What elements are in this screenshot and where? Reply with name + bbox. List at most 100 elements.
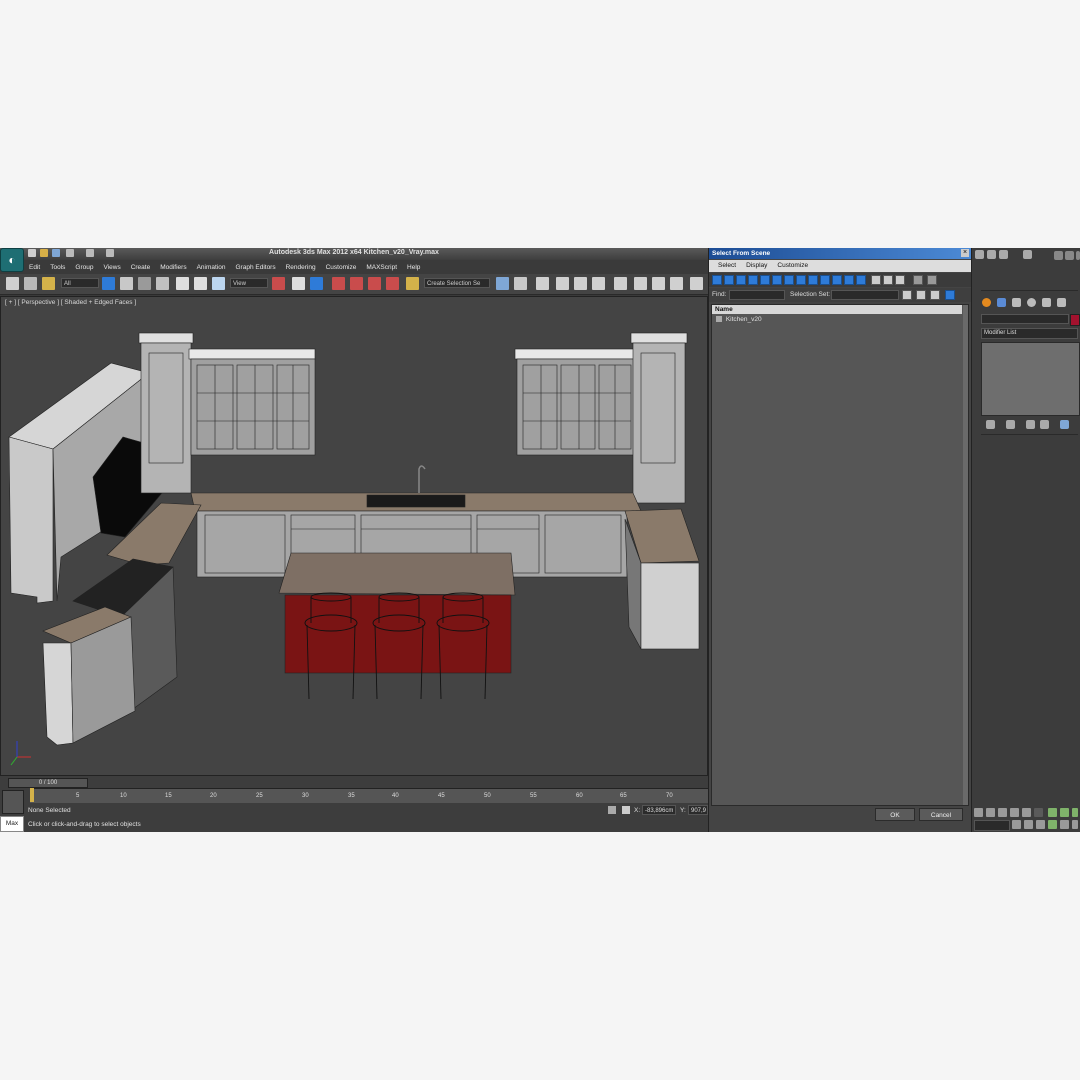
ok-button[interactable]: OK (875, 808, 915, 821)
go-to-start-icon[interactable] (974, 808, 983, 817)
menu-modifiers[interactable]: Modifiers (155, 262, 191, 273)
curve-editor-icon[interactable] (574, 277, 587, 290)
next-frame-icon[interactable] (1010, 808, 1019, 817)
display-containers-icon[interactable] (820, 275, 830, 285)
window-close-icon[interactable] (1076, 251, 1080, 260)
cancel-button[interactable]: Cancel (919, 808, 963, 821)
select-object-icon[interactable] (102, 277, 115, 290)
list-item[interactable]: Kitchen_v20 (716, 316, 762, 323)
select-and-scale-icon[interactable] (212, 277, 225, 290)
maximize-viewport-icon[interactable] (1072, 820, 1078, 829)
object-color-swatch[interactable] (1070, 314, 1080, 326)
zoom-extents-icon[interactable] (1072, 808, 1078, 817)
time-cursor[interactable] (30, 788, 34, 802)
add-to-selection-set-icon[interactable] (916, 290, 926, 300)
menu-rendering[interactable]: Rendering (281, 262, 321, 273)
dialog-menu-customize[interactable]: Customize (772, 260, 813, 272)
window-crossing-icon[interactable] (156, 277, 169, 290)
time-configuration-icon[interactable] (1012, 820, 1021, 829)
hierarchy-mode-icon[interactable] (945, 290, 955, 300)
modify-tab-icon[interactable] (997, 298, 1006, 307)
spinner-snap-icon[interactable] (386, 277, 399, 290)
time-slider[interactable]: 0 / 100 (8, 778, 88, 788)
dialog-menu-select[interactable]: Select (709, 260, 741, 272)
make-unique-icon[interactable] (1026, 420, 1035, 429)
rectangular-selection-icon[interactable] (138, 277, 151, 290)
redo-icon[interactable] (86, 249, 94, 257)
keyboard-shortcut-override-icon[interactable] (310, 277, 323, 290)
bind-to-space-warp-icon[interactable] (42, 277, 55, 290)
open-file-icon[interactable] (40, 249, 48, 257)
menu-create[interactable]: Create (126, 262, 156, 273)
list-scrollbar[interactable] (963, 305, 968, 805)
menu-customize[interactable]: Customize (321, 262, 362, 273)
object-name-field[interactable] (981, 314, 1069, 324)
orbit-icon[interactable] (1048, 820, 1057, 829)
show-end-result-icon[interactable] (1006, 420, 1015, 429)
pan-view-icon[interactable] (1036, 820, 1045, 829)
display-all-icon[interactable] (856, 275, 866, 285)
pin-stack-icon[interactable] (986, 420, 995, 429)
schematic-view-icon[interactable] (592, 277, 605, 290)
undo-icon[interactable] (66, 249, 74, 257)
reference-coordinate-dropdown[interactable]: View (230, 278, 268, 288)
select-none-icon[interactable] (883, 275, 893, 285)
display-lights-icon[interactable] (736, 275, 746, 285)
remove-from-selection-set-icon[interactable] (930, 290, 940, 300)
favorites-star-icon[interactable] (999, 250, 1008, 259)
go-to-end-icon[interactable] (1022, 808, 1031, 817)
previous-frame-icon[interactable] (986, 808, 995, 817)
zoom-all-icon[interactable] (1060, 808, 1069, 817)
hierarchy-tab-icon[interactable] (1012, 298, 1021, 307)
display-xrefs-icon[interactable] (796, 275, 806, 285)
display-tab-icon[interactable] (1042, 298, 1051, 307)
dialog-menu-display[interactable]: Display (741, 260, 772, 272)
select-and-link-icon[interactable] (6, 277, 19, 290)
minimize-icon[interactable] (1054, 251, 1063, 260)
maximize-icon[interactable] (1065, 251, 1074, 260)
column-header-name[interactable]: Name (712, 305, 962, 314)
display-shapes-icon[interactable] (724, 275, 734, 285)
close-icon[interactable]: × (961, 249, 969, 257)
lock-icon[interactable] (608, 806, 616, 814)
select-and-rotate-icon[interactable] (194, 277, 207, 290)
key-mode-icon[interactable] (1034, 808, 1043, 817)
walk-through-icon[interactable] (1060, 820, 1069, 829)
display-space-warps-icon[interactable] (772, 275, 782, 285)
align-icon[interactable] (514, 277, 527, 290)
mirror-icon[interactable] (496, 277, 509, 290)
find-input[interactable] (729, 290, 785, 300)
help-icon[interactable] (1023, 250, 1032, 259)
y-coordinate-field[interactable]: 907,9 (688, 805, 708, 815)
application-button[interactable]: ◐ (0, 248, 24, 272)
configure-modifier-sets-icon[interactable] (1060, 420, 1069, 429)
display-groups-icon[interactable] (784, 275, 794, 285)
current-frame-field[interactable] (974, 820, 1010, 831)
snaps-toggle-icon[interactable] (332, 277, 345, 290)
x-coordinate-field[interactable]: -83,896cm (642, 805, 676, 815)
modifier-list-dropdown[interactable]: Modifier List (981, 328, 1078, 339)
unlink-icon[interactable] (24, 277, 37, 290)
render-setup-icon[interactable] (634, 277, 647, 290)
subscription-icon[interactable] (987, 250, 996, 259)
named-selection-set-dropdown[interactable]: Create Selection Se (424, 278, 490, 288)
modifier-stack[interactable] (981, 342, 1080, 416)
menu-maxscript[interactable]: MAXScript (361, 262, 402, 273)
select-all-icon[interactable] (871, 275, 881, 285)
use-pivot-center-icon[interactable] (272, 277, 285, 290)
motion-tab-icon[interactable] (1027, 298, 1036, 307)
select-and-move-icon[interactable] (176, 277, 189, 290)
display-cameras-icon[interactable] (748, 275, 758, 285)
angle-snap-icon[interactable] (350, 277, 363, 290)
create-selection-set-icon[interactable] (902, 290, 912, 300)
menu-help[interactable]: Help (402, 262, 425, 273)
selection-set-dropdown[interactable] (831, 290, 899, 300)
display-hidden-icon[interactable] (844, 275, 854, 285)
filter-icon[interactable] (913, 275, 923, 285)
render-iterative-icon[interactable] (690, 277, 703, 290)
remove-modifier-icon[interactable] (1040, 420, 1049, 429)
rendered-frame-window-icon[interactable] (652, 277, 665, 290)
graphite-ribbon-icon[interactable] (556, 277, 569, 290)
percent-snap-icon[interactable] (368, 277, 381, 290)
zoom-icon[interactable] (1048, 808, 1057, 817)
